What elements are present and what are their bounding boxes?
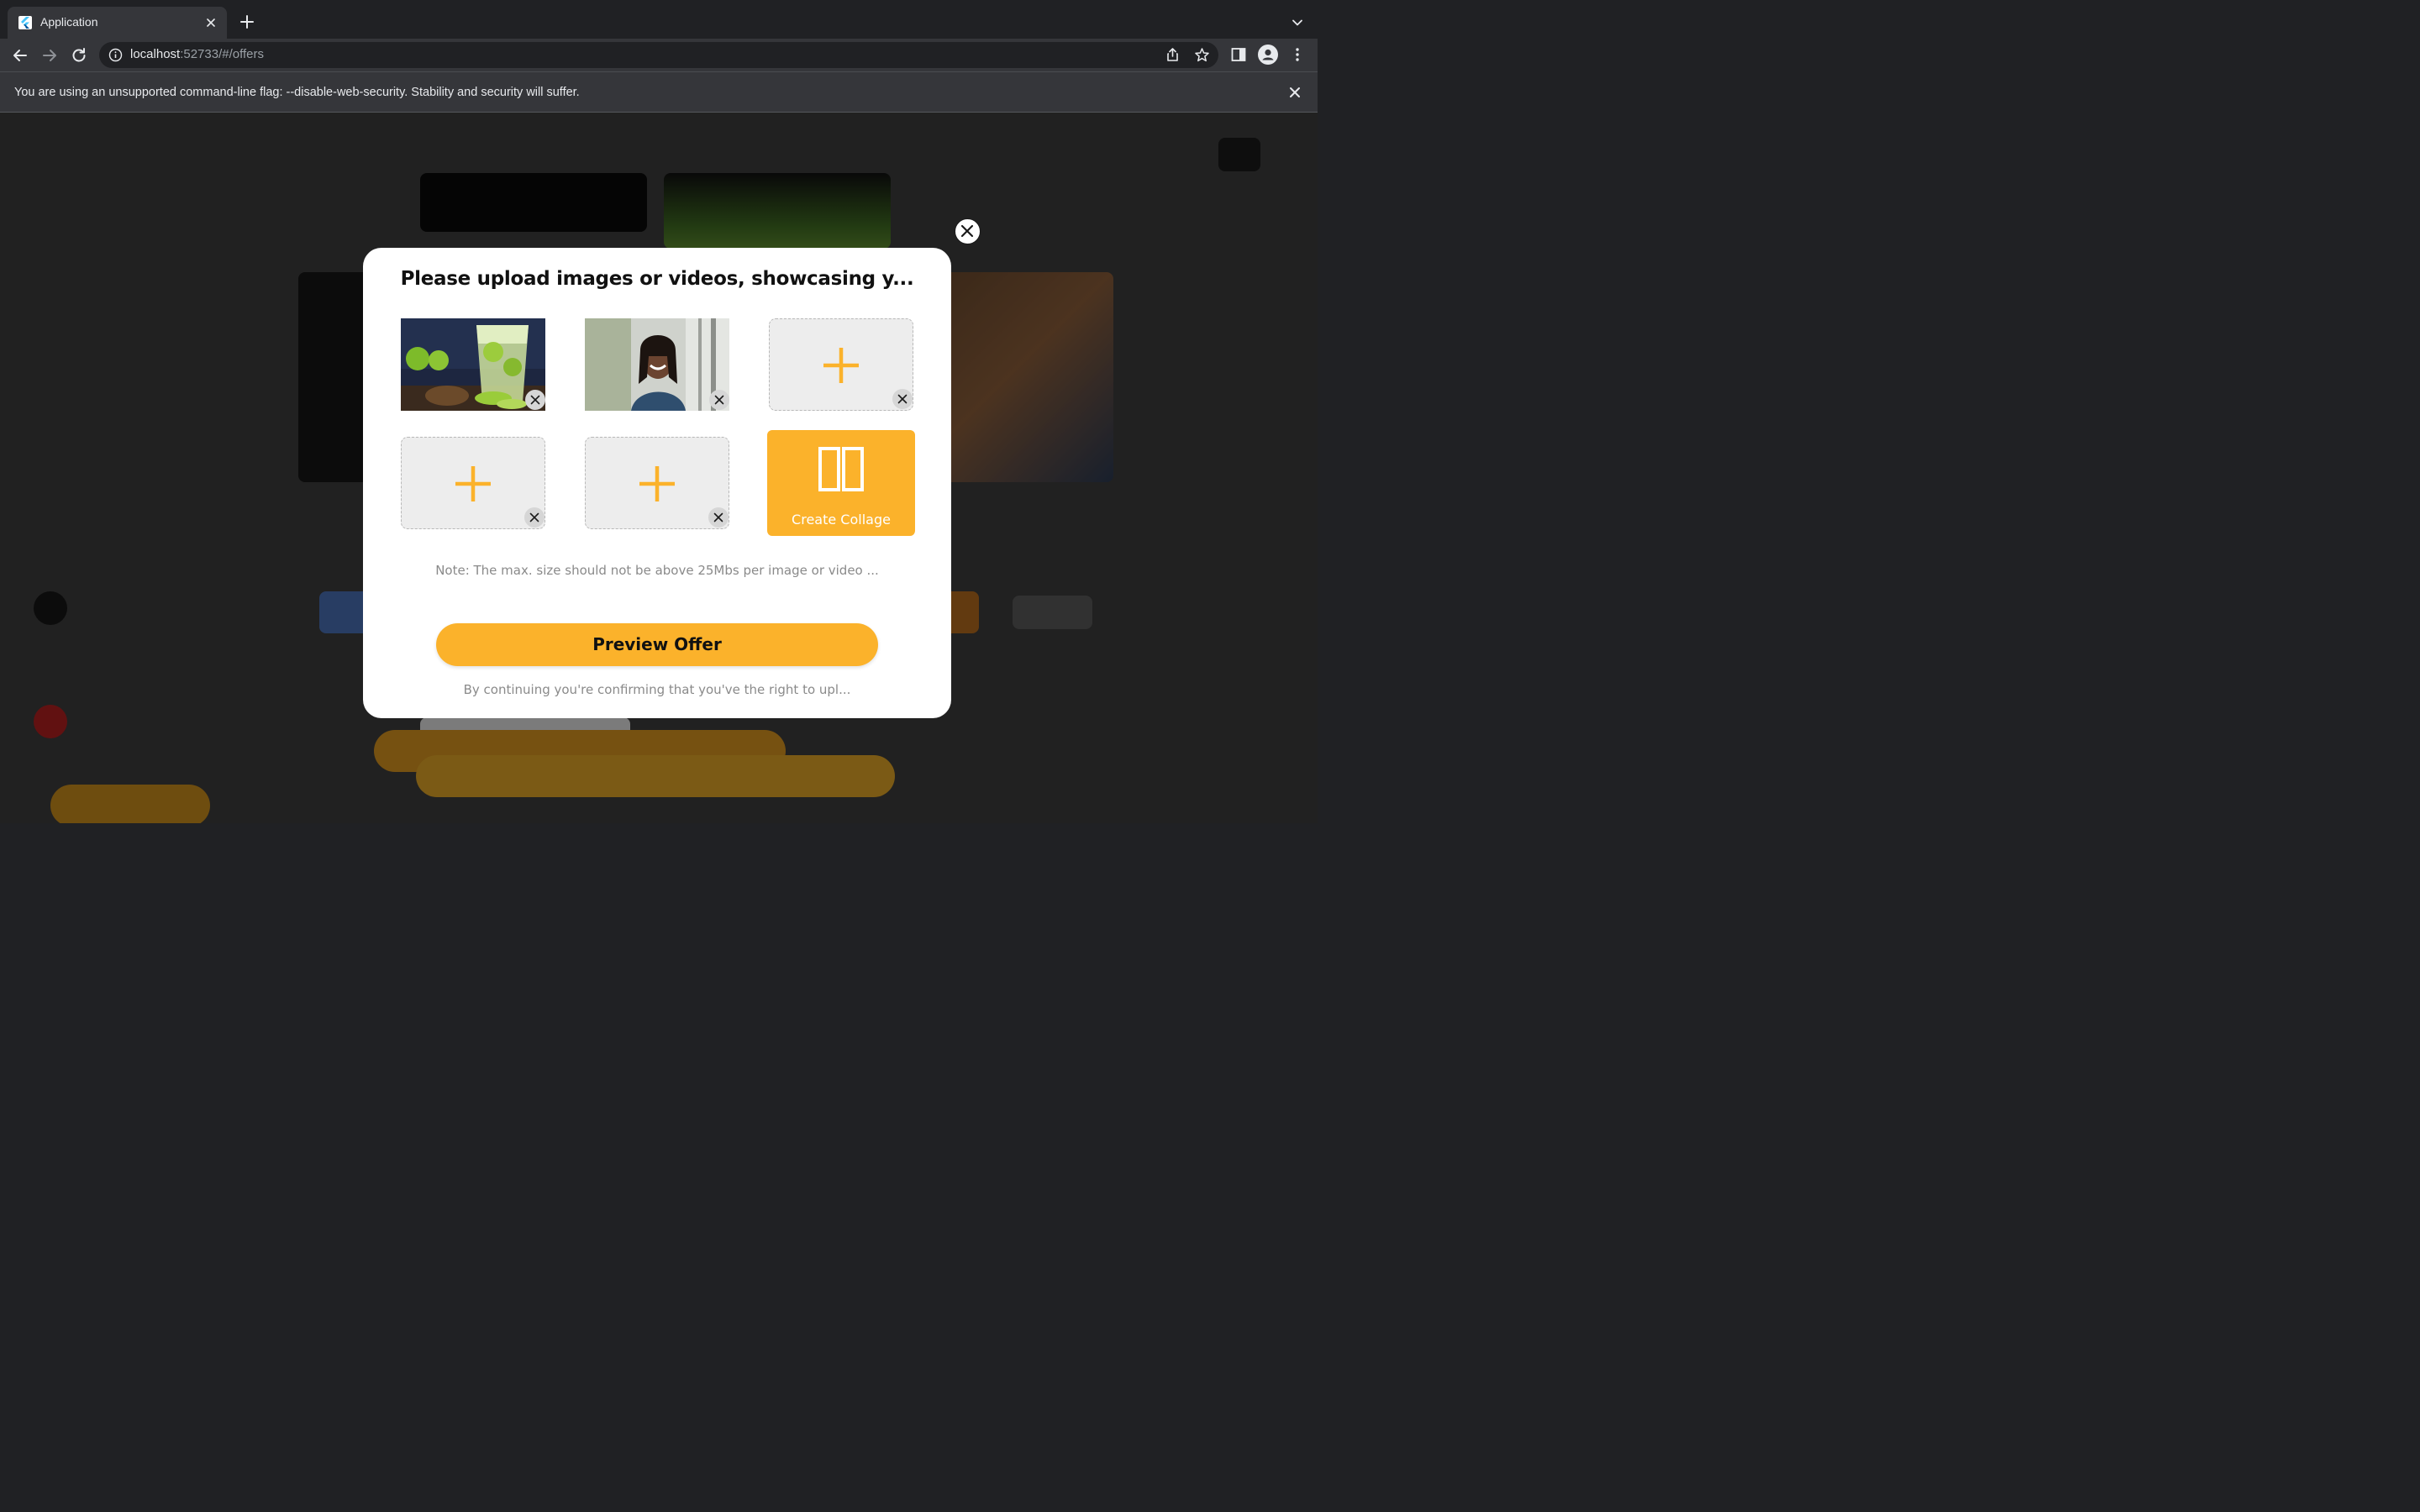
collage-icon [818, 447, 864, 491]
remove-media-button[interactable] [524, 507, 544, 528]
reload-icon[interactable] [69, 45, 89, 66]
url-path: :52733/#/offers [180, 47, 265, 61]
new-tab-plus-icon[interactable] [238, 13, 256, 31]
person-photo [585, 318, 729, 411]
drink-photo [401, 318, 545, 411]
plus-icon [454, 465, 492, 503]
url-host: localhost [130, 47, 181, 61]
more-vert-icon[interactable] [1289, 46, 1306, 63]
remove-media-button[interactable] [525, 390, 545, 410]
media-slot-person-photo[interactable] [585, 318, 729, 411]
back-arrow-icon[interactable] [10, 45, 30, 66]
infobar-message: You are using an unsupported command-lin… [14, 86, 580, 99]
share-icon[interactable] [1165, 47, 1181, 63]
warning-infobar: You are using an unsupported command-lin… [0, 71, 1318, 113]
chevron-down-icon[interactable] [1289, 14, 1306, 31]
tab-title: Application [40, 15, 98, 29]
remove-media-button[interactable] [892, 389, 913, 409]
create-collage-button[interactable]: Create Collage [767, 430, 915, 536]
remove-media-button[interactable] [708, 507, 729, 528]
media-slot-add[interactable] [585, 437, 729, 529]
media-slot-add[interactable] [769, 318, 913, 411]
address-bar[interactable]: localhost:52733/#/offers [99, 42, 1218, 68]
forward-arrow-icon[interactable] [39, 45, 60, 66]
media-slot-drink-photo[interactable] [401, 318, 545, 411]
plus-icon [822, 346, 860, 385]
flutter-icon [18, 16, 32, 29]
plus-icon [638, 465, 676, 503]
preview-offer-button[interactable]: Preview Offer [436, 623, 878, 666]
tab-close-icon[interactable] [203, 15, 218, 30]
upload-media-dialog: Please upload images or videos, showcasi… [363, 248, 951, 718]
url-text[interactable]: localhost:52733/#/offers [130, 47, 264, 61]
browser-tab[interactable]: Application [8, 7, 227, 39]
tab-strip: Application [0, 0, 1318, 39]
star-icon[interactable] [1194, 47, 1210, 63]
browser-toolbar: localhost:52733/#/offers [0, 39, 1318, 71]
profile-icon[interactable] [1258, 45, 1278, 65]
info-icon[interactable] [108, 48, 123, 62]
dialog-title: Please upload images or videos, showcasi… [400, 268, 914, 290]
remove-media-button[interactable] [709, 390, 729, 410]
modal-close-button[interactable] [955, 218, 981, 244]
collage-label: Create Collage [792, 512, 891, 528]
close-icon[interactable] [1287, 85, 1302, 100]
sidebar-icon[interactable] [1230, 46, 1247, 63]
media-slot-add[interactable] [401, 437, 545, 529]
size-limit-note: Note: The max. size should not be above … [435, 563, 879, 578]
rights-confirmation-note: By continuing you're confirming that you… [463, 682, 851, 697]
